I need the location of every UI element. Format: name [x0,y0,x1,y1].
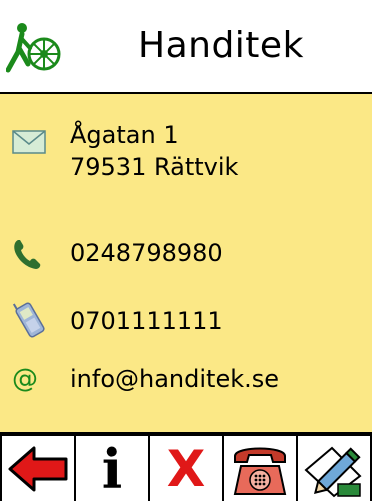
info-button[interactable]: i [76,436,148,501]
address-line-2: 79531 Rättvik [70,153,239,181]
mobile-phone-icon [12,302,45,338]
at-sign-icon: @ [12,364,38,394]
phone-handset-icon [14,240,41,269]
edit-pencil-icon [304,446,362,497]
mobile-row[interactable]: 0701111111 [0,300,372,340]
edit-button[interactable] [298,436,370,501]
delete-button[interactable]: X [150,436,222,501]
app-header: Handitek [0,0,372,92]
delete-x-icon: X [166,439,206,498]
email-address: info@handitek.se [70,365,280,393]
info-icon: i [101,436,123,501]
mobile-number: 0701111111 [70,307,223,335]
address-row[interactable]: Ågatan 1 79531 Rättvik [0,118,372,190]
address-line-1: Ågatan 1 [70,121,179,149]
phone-number: 0248798980 [70,239,223,267]
call-button[interactable] [224,436,296,501]
back-arrow-icon [8,446,68,491]
bottom-toolbar: i X [0,434,372,501]
handitek-logo-icon [6,23,61,73]
back-button[interactable] [2,436,74,501]
call-phone-icon [233,447,287,495]
page-title: Handitek [138,25,304,66]
contact-details: Ågatan 1 79531 Rättvik 0248798980 070111… [0,94,372,432]
email-row[interactable]: @ info@handitek.se [0,362,372,398]
envelope-icon [12,130,46,154]
phone-row[interactable]: 0248798980 [0,236,372,272]
